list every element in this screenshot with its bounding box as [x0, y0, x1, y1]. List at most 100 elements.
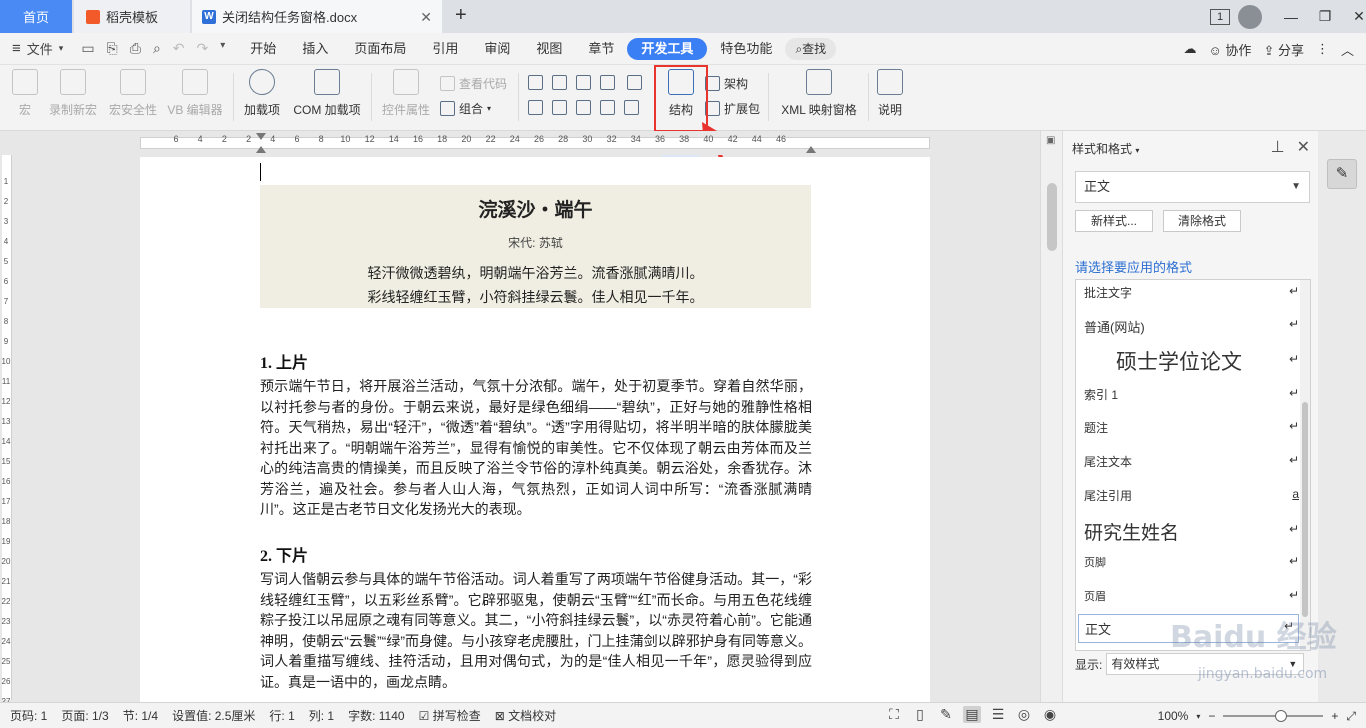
status-setting[interactable]: 设置值: 2.5厘米 — [172, 707, 255, 724]
schema-button[interactable]: 架构 — [705, 75, 748, 92]
zoom-slider-knob[interactable] — [1275, 710, 1288, 722]
minimize-icon[interactable]: — — [1274, 9, 1308, 25]
document-scrollbar[interactable]: ▣ — [1040, 131, 1062, 702]
tab-document[interactable]: W 关闭结构任务窗格.docx ✕ — [192, 0, 442, 33]
status-word-count[interactable]: 字数: 1140 — [348, 707, 404, 724]
scroll-top-icon[interactable]: ▣ — [1046, 135, 1055, 146]
close-window-icon[interactable]: ✕ — [1342, 8, 1366, 25]
print-icon[interactable]: ⎙ — [130, 40, 141, 57]
new-style-button[interactable]: 新样式... — [1075, 210, 1153, 232]
style-item[interactable]: 研究生姓名 ↵ — [1084, 518, 1299, 545]
style-item[interactable]: 普通(网站) ↵ — [1084, 317, 1299, 336]
share-button[interactable]: ⇪ 分享 — [1263, 40, 1304, 59]
menu-features[interactable]: 特色功能 — [707, 38, 785, 60]
pen-icon[interactable]: ✎ — [1327, 159, 1357, 189]
text-control-icon[interactable] — [528, 75, 543, 90]
outline-view-icon[interactable]: ☰ — [989, 706, 1007, 723]
view-code-button[interactable]: 查看代码 — [440, 75, 507, 92]
avatar[interactable] — [1238, 4, 1262, 29]
indent-marker[interactable] — [256, 133, 266, 140]
group-control-icon[interactable] — [600, 100, 615, 115]
expansion-button[interactable]: 扩展包 — [705, 100, 760, 117]
export-icon[interactable]: ⎘ — [107, 40, 118, 57]
legacy-control-icon[interactable] — [624, 100, 639, 115]
status-row[interactable]: 行: 1 — [269, 707, 294, 724]
zoom-slider[interactable] — [1223, 710, 1324, 722]
help-button[interactable]: 说明 — [874, 69, 906, 118]
dropdown-control-icon[interactable] — [552, 100, 567, 115]
close-icon[interactable]: ✕ — [420, 9, 432, 26]
chevron-down-icon[interactable]: ▾ — [1135, 146, 1139, 155]
menu-references[interactable]: 引用 — [419, 38, 471, 60]
checkbox-control-icon[interactable] — [627, 75, 642, 90]
web-view-icon[interactable]: ◎ — [1015, 706, 1033, 723]
page-view-icon[interactable]: ▤ — [963, 706, 981, 723]
add-tab-icon[interactable]: + — [455, 4, 467, 27]
redo-icon[interactable]: ↷ — [197, 40, 209, 57]
print-preview-icon[interactable]: ⌕ — [153, 40, 161, 57]
menu-review[interactable]: 审阅 — [471, 38, 523, 60]
zoom-level[interactable]: 100% — [1158, 709, 1189, 723]
style-item[interactable]: 索引 1 ↵ — [1084, 386, 1299, 403]
chevron-down-icon[interactable]: ▾ — [1196, 712, 1200, 721]
collab-button[interactable]: ☺ 协作 — [1209, 40, 1252, 59]
clear-format-button[interactable]: 清除格式 — [1163, 210, 1241, 232]
cloud-sync-icon[interactable]: ☁ — [1184, 41, 1197, 57]
addins-button[interactable]: 加载项 — [240, 69, 284, 118]
status-page-num[interactable]: 页码: 1 — [10, 707, 47, 724]
tab-templates[interactable]: 稻壳模板 — [74, 0, 190, 33]
combine-button[interactable]: 组合 ▾ — [440, 100, 491, 117]
eye-protect-icon[interactable]: ◉ — [1041, 706, 1059, 723]
menu-developer[interactable]: 开发工具 — [627, 37, 708, 60]
record-macro-button[interactable]: 录制新宏 — [44, 69, 102, 118]
collapse-ribbon-icon[interactable]: ︿ — [1341, 40, 1354, 59]
zoom-out-icon[interactable]: − — [1208, 709, 1215, 723]
menu-start[interactable]: 开始 — [237, 38, 289, 60]
scrollbar-thumb[interactable] — [1302, 402, 1308, 617]
menu-layout[interactable]: 页面布局 — [341, 38, 419, 60]
macro-button[interactable]: 宏 — [10, 69, 40, 118]
reading-mode-icon[interactable]: ▯ — [911, 706, 929, 723]
style-item[interactable]: 尾注引用 a — [1084, 487, 1299, 504]
status-pages[interactable]: 页面: 1/3 — [61, 707, 108, 724]
doc-proof-button[interactable]: ⊠ 文档校对 — [495, 707, 556, 724]
edit-mode-icon[interactable]: ✎ — [937, 706, 955, 723]
picture-control-icon[interactable] — [576, 75, 591, 90]
style-item[interactable]: 页脚 ↵ — [1084, 554, 1299, 570]
xml-mapping-button[interactable]: XML 映射窗格 — [776, 69, 862, 118]
date-control-icon[interactable] — [576, 100, 591, 115]
current-style-select[interactable]: 正文 ▼ — [1075, 171, 1310, 203]
rich-text-control-icon[interactable] — [552, 75, 567, 90]
tab-home[interactable]: 首页 — [0, 0, 72, 33]
indent-marker[interactable] — [806, 146, 816, 153]
style-list-scrollbar[interactable] — [1300, 280, 1310, 650]
menu-view[interactable]: 视图 — [523, 38, 575, 60]
status-section[interactable]: 节: 1/4 — [123, 707, 158, 724]
file-menu[interactable]: ≡ 文件 ▾ — [0, 39, 63, 58]
menu-insert[interactable]: 插入 — [289, 38, 341, 60]
restore-icon[interactable]: ❐ — [1308, 8, 1342, 25]
page-count-badge[interactable]: 1 — [1210, 8, 1230, 25]
search-button[interactable]: ⌕查找 — [785, 37, 837, 60]
more-icon[interactable]: ⋮ — [1316, 41, 1329, 57]
undo-icon[interactable]: ↶ — [173, 40, 185, 57]
scrollbar-thumb[interactable] — [1047, 183, 1057, 251]
spell-check-button[interactable]: ☑ 拼写检查 — [419, 707, 481, 724]
combo-control-icon[interactable] — [528, 100, 543, 115]
image-control-icon[interactable] — [600, 75, 615, 90]
indent-marker[interactable] — [256, 146, 266, 153]
com-addins-button[interactable]: COM 加载项 — [288, 69, 366, 118]
style-item[interactable]: 题注 ↵ — [1084, 419, 1299, 436]
style-item[interactable]: 页眉 ↵ — [1084, 588, 1299, 604]
close-icon[interactable]: ✕ — [1297, 137, 1310, 157]
vb-editor-button[interactable]: VB 编辑器 — [163, 69, 227, 118]
control-props-button[interactable]: 控件属性 — [378, 69, 434, 118]
pin-icon[interactable]: ⊥ — [1271, 137, 1285, 157]
style-item[interactable]: 硕士学位论文 ↵ — [1084, 346, 1299, 376]
style-item[interactable]: 尾注文本 ↵ — [1084, 453, 1299, 470]
style-item[interactable]: 批注文字 ↵ — [1084, 284, 1299, 301]
customize-icon[interactable]: ▾ — [220, 40, 225, 57]
macro-security-button[interactable]: 宏安全性 — [104, 69, 162, 118]
focus-mode-icon[interactable]: ⛶ — [885, 706, 903, 723]
status-col[interactable]: 列: 1 — [309, 707, 334, 724]
